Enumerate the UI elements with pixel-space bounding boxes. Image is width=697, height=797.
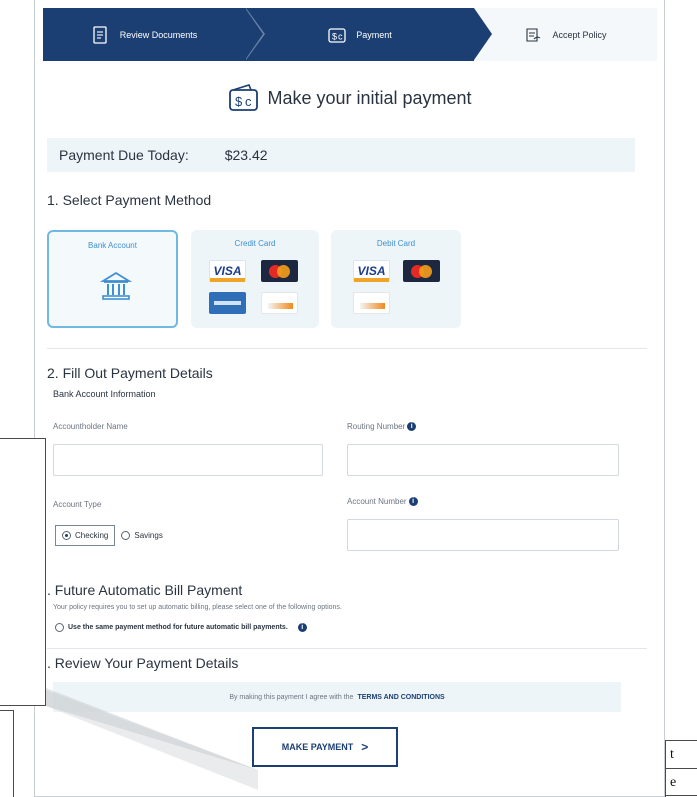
make-payment-button[interactable]: MAKE PAYMENT > [252,727,398,767]
svg-text:$: $ [235,94,243,109]
edge-fragment-text: e [666,768,697,796]
account-number-label: Account Number i [347,497,418,507]
terms-text: By making this payment I agree with the [229,693,354,701]
bank-info-subtitle: Bank Account Information [53,389,156,399]
chevron-right-icon: > [361,740,369,754]
auto-bill-option[interactable]: Use the same payment method for future a… [55,623,307,632]
step-divider [245,8,263,60]
zoom-callout-box [0,438,46,706]
step-label: Review Documents [119,29,198,40]
payment-method-label: Debit Card [376,239,416,248]
wallet-dollar-icon: $ c [229,84,259,111]
section-divider [47,648,647,649]
progress-stepper: Review Documents $ c Payment Accept Polic… [43,8,657,61]
radio-label: Savings [134,531,163,540]
payment-method-bank-account[interactable]: Bank Account [47,230,178,328]
page-title: $ c Make your initial payment [35,84,664,112]
routing-number-label-text: Routing Number [347,422,406,431]
payment-due-label: Payment Due Today: [59,147,189,163]
account-type-label: Account Type [53,500,102,509]
payment-method-debit-card[interactable]: Debit Card VISA [331,230,461,328]
step-accept-policy[interactable]: Accept Policy [474,8,657,61]
discover-logo-icon [261,292,298,314]
visa-logo-icon: VISA [353,260,390,282]
edge-fragment-text: t [666,740,697,768]
payment-icon: $ c [328,27,346,43]
svg-text:c: c [245,94,252,109]
section-title-payment-method: 1. Select Payment Method [47,192,212,208]
payment-method-credit-card[interactable]: Credit Card VISA [191,230,319,328]
step-payment[interactable]: $ c Payment [246,8,492,61]
step-divider [474,8,492,60]
accountholder-name-label: Accountholder Name [53,422,128,431]
step-review-documents[interactable]: Review Documents [43,8,265,61]
routing-number-input[interactable] [347,444,619,476]
account-type-radio-group: Checking Savings [55,525,169,546]
payment-method-label: Credit Card [234,239,276,248]
account-number-label-text: Account Number [347,497,407,506]
svg-text:$: $ [332,31,337,41]
radio-empty-icon [55,623,64,632]
svg-text:c: c [338,31,343,41]
mastercard-logo-icon [261,260,298,282]
info-icon[interactable]: i [297,623,307,632]
edge-fragment-right: t e [665,740,697,797]
info-icon[interactable]: i [407,422,417,432]
step-label: Accept Policy [552,29,607,40]
amex-logo-icon [209,292,246,314]
section-title-review: . Review Your Payment Details [47,655,239,671]
accountholder-name-input[interactable] [53,444,323,476]
auto-bill-option-label: Use the same payment method for future a… [68,624,288,631]
page-title-text: Make your initial payment [267,87,472,108]
terms-link[interactable]: TERMS AND CONDITIONS [357,694,444,701]
make-payment-label: MAKE PAYMENT [281,742,354,752]
routing-number-label: Routing Number i [347,422,417,432]
mastercard-logo-icon [403,260,440,282]
radio-label: Checking [75,531,109,540]
auto-bill-description: Your policy requires you to set up autom… [53,604,342,611]
document-icon [93,25,107,44]
payment-method-label: Bank Account [88,241,137,250]
info-icon[interactable]: i [408,497,418,507]
edge-fragment-left [0,710,14,797]
section-title-auto-bill: . Future Automatic Bill Payment [47,582,243,598]
payment-due-bar: Payment Due Today: $23.42 [47,138,635,172]
policy-icon [526,27,541,42]
payment-page: Review Documents $ c Payment Accept Polic… [34,0,665,797]
account-number-input[interactable] [347,519,619,551]
section-divider [47,348,647,349]
section-title-payment-details: 2. Fill Out Payment Details [47,365,213,381]
payment-due-amount: $23.42 [224,147,268,163]
radio-selected-icon [62,531,71,540]
radio-empty-icon [121,531,131,540]
radio-savings[interactable]: Savings [115,525,168,546]
radio-checking[interactable]: Checking [55,525,116,546]
step-label: Payment [356,29,392,40]
bank-icon [100,271,132,300]
terms-bar: By making this payment I agree with the … [53,682,621,712]
discover-logo-icon [353,292,390,314]
visa-logo-icon: VISA [209,260,246,282]
